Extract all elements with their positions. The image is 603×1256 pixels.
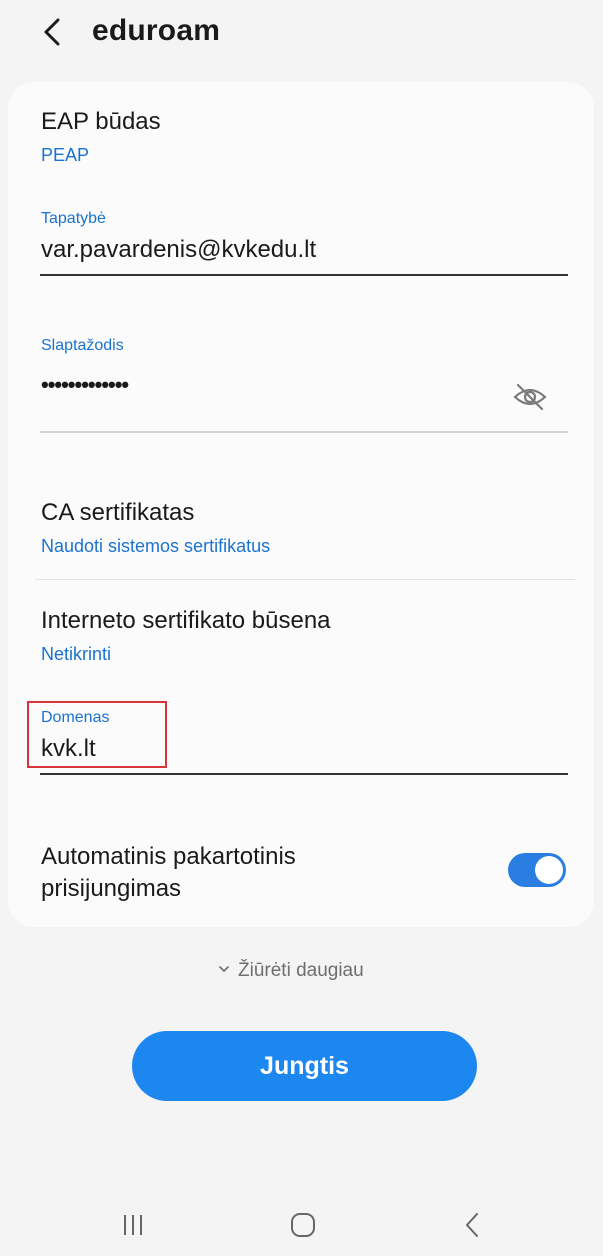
auto-reconnect-label-line2: prisijungimas: [41, 875, 182, 902]
chevron-down-icon: [219, 966, 229, 972]
eap-method-value: PEAP: [41, 145, 90, 165]
ca-certificate-value: Naudoti sistemos sertifikatus: [41, 536, 271, 556]
password-label: Slaptažodis: [41, 337, 124, 354]
identity-underline: [40, 274, 568, 276]
password-field[interactable]: •••••••••••••: [41, 372, 129, 398]
back-arrow-icon[interactable]: [38, 14, 70, 50]
domain-underline: [40, 773, 568, 775]
identity-label: Tapatybė: [41, 210, 106, 227]
recents-icon[interactable]: [120, 1212, 146, 1238]
back-icon[interactable]: [462, 1212, 482, 1238]
auto-reconnect-label-line1: Automatinis pakartotinis: [41, 843, 296, 870]
password-underline: [40, 431, 568, 433]
toggle-knob: [535, 856, 563, 884]
domain-highlight-box: [27, 701, 167, 768]
connect-button[interactable]: Jungtis: [132, 1031, 477, 1101]
online-certificate-status-label: Interneto sertifikato būsena: [41, 607, 331, 634]
divider: [35, 579, 575, 580]
auto-reconnect-toggle[interactable]: [508, 853, 566, 887]
system-nav-bar: [0, 1190, 603, 1256]
identity-field[interactable]: [41, 236, 561, 264]
home-icon[interactable]: [289, 1212, 317, 1238]
view-more-label: Žiūrėti daugiau: [238, 960, 364, 981]
eap-method-label: EAP būdas: [41, 108, 161, 135]
online-certificate-status-value: Netikrinti: [41, 644, 112, 664]
ca-certificate-label: CA sertifikatas: [41, 499, 195, 526]
page-title: eduroam: [92, 14, 221, 47]
hide-password-icon[interactable]: [512, 382, 548, 412]
app-header: eduroam: [0, 0, 603, 70]
view-more-link[interactable]: Žiūrėti daugiau: [218, 960, 364, 982]
